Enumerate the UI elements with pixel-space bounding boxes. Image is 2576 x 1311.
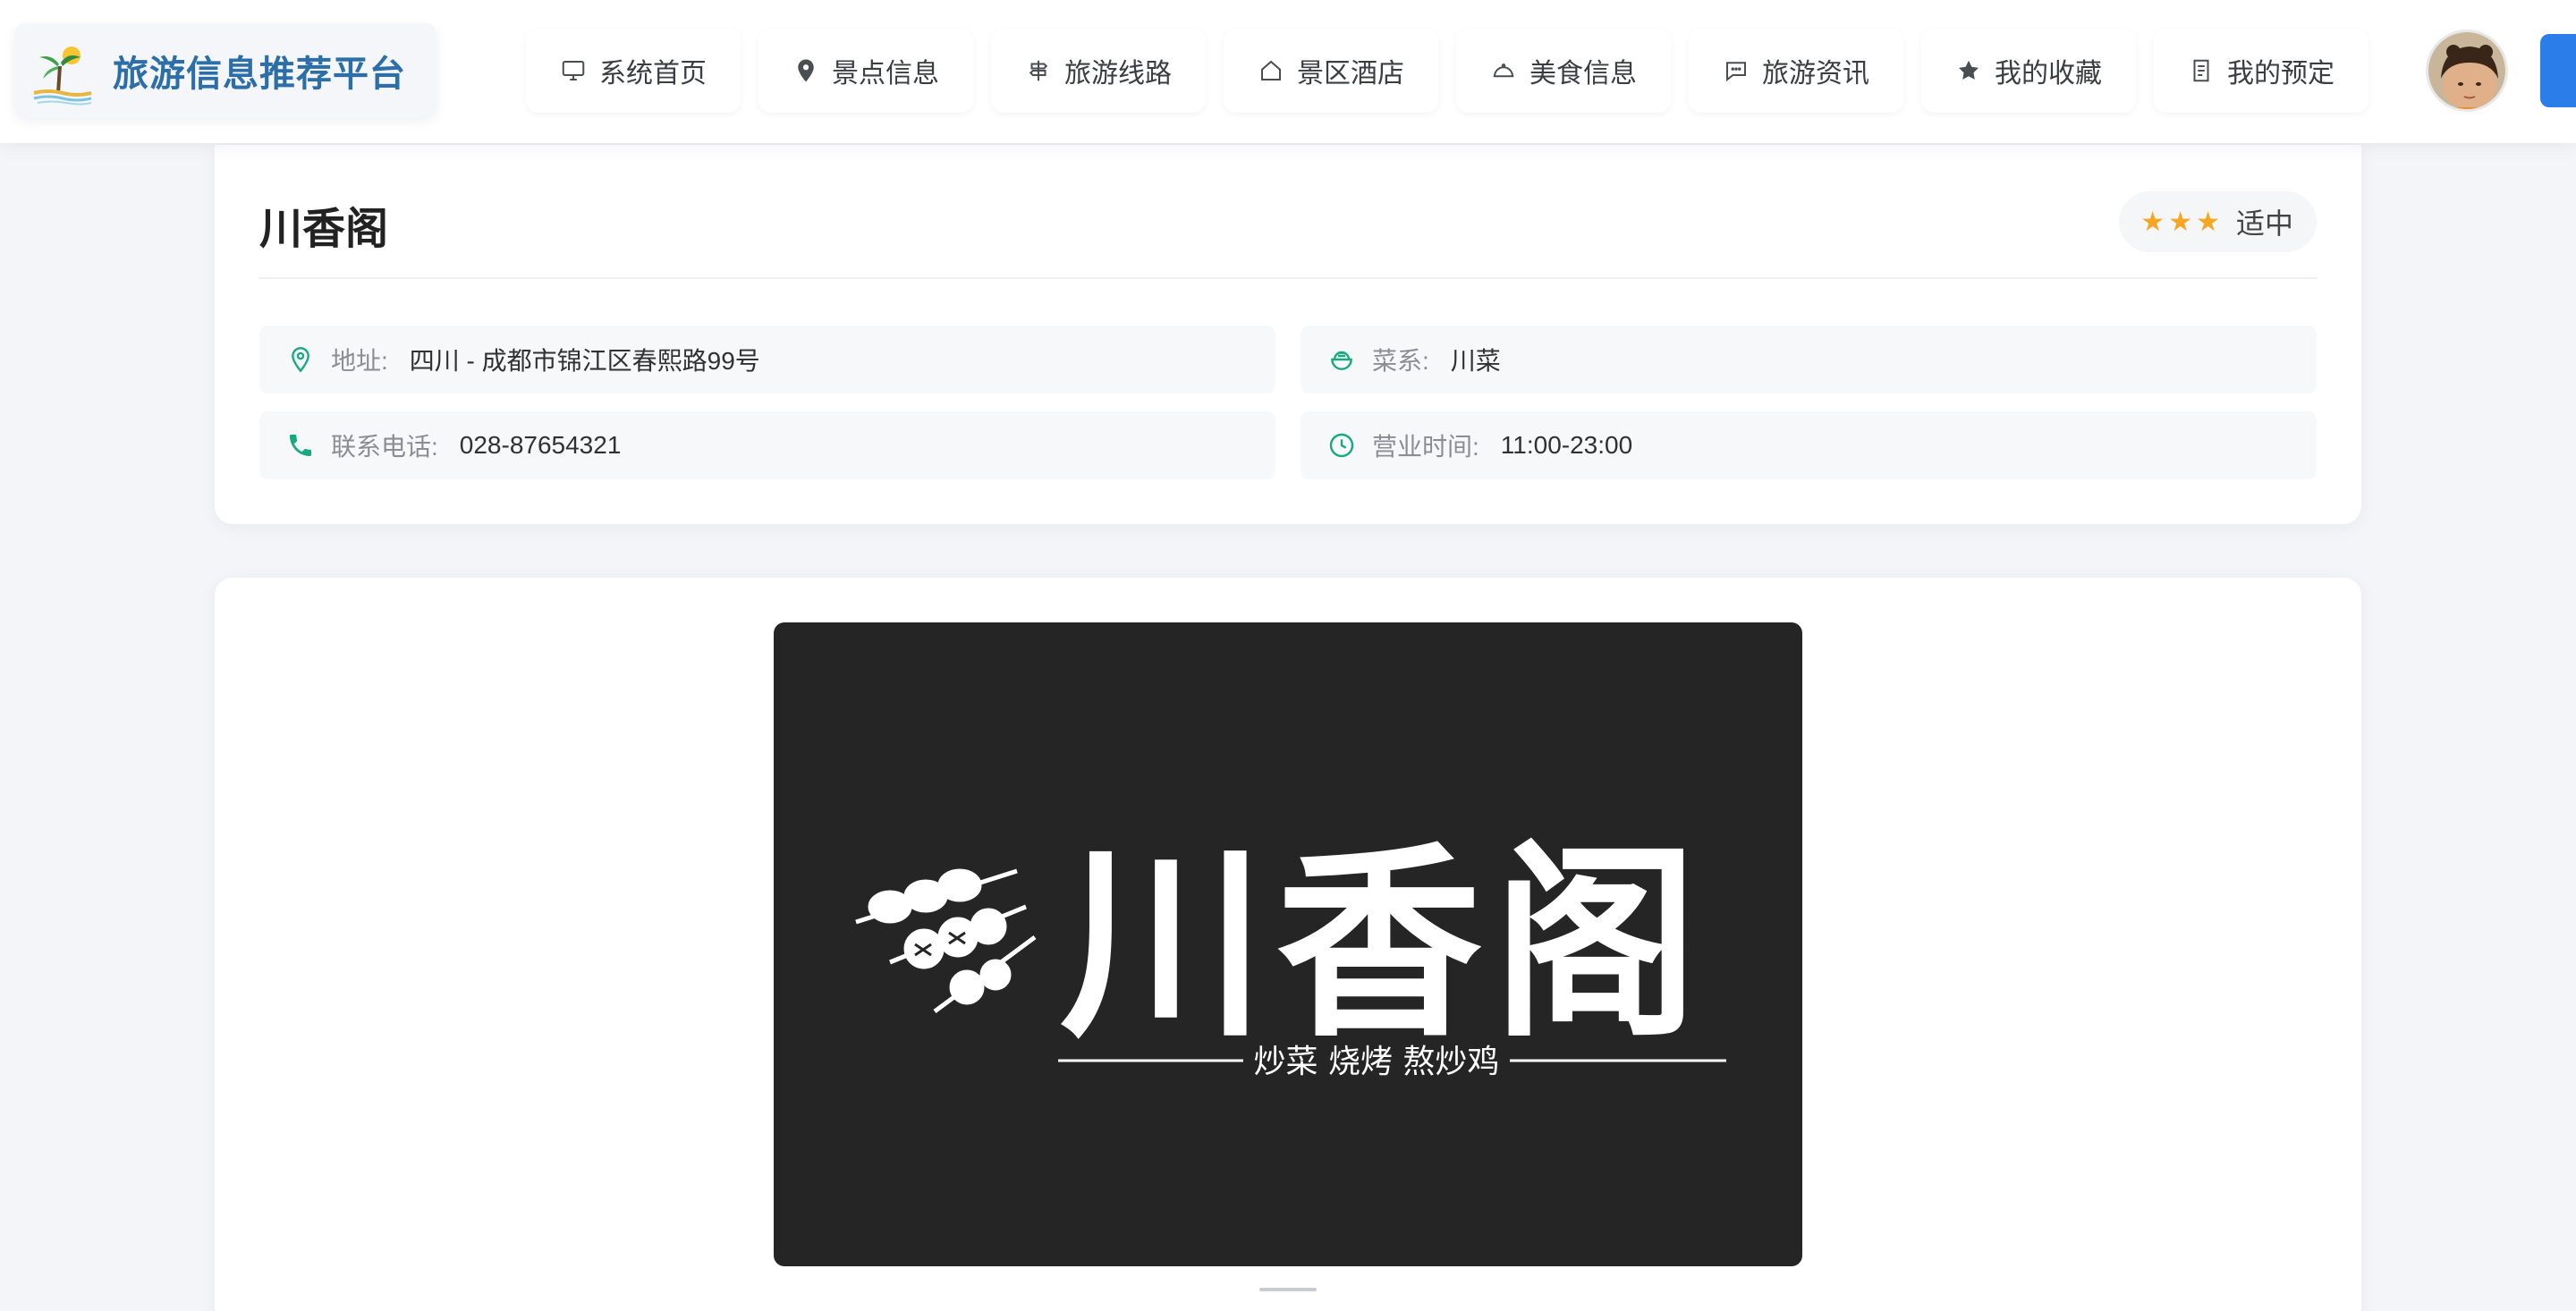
price-level-badge: ★★★ 适中	[2119, 191, 2317, 252]
hours-label: 营业时间:	[1372, 433, 1479, 461]
nav-hotels-label: 景区酒店	[1297, 59, 1404, 89]
user-avatar[interactable]	[2426, 30, 2508, 112]
title-divider	[259, 277, 2317, 279]
banner-tagline: 炒菜 烧烤 熬炒鸡	[1254, 1044, 1500, 1080]
cuisine-field: 菜系: 川菜	[1301, 326, 2317, 393]
banner-logo-text: 川香阁	[1060, 826, 1709, 1065]
nav-home[interactable]: 系统首页	[526, 29, 741, 113]
restaurant-info-card: 川香阁 ★★★ 适中 地址: 四川 - 成都市锦江区春熙路99号 菜系: 川菜 …	[215, 145, 2361, 524]
hours-value: 11:00-23:00	[1500, 431, 1633, 459]
cuisine-value: 川菜	[1450, 347, 1501, 375]
top-header: 旅游信息推荐平台 系统首页 景点信息 旅游线路 景区酒店 美食信息 旅游资讯 我…	[0, 0, 2576, 143]
nav-favorites-label: 我的收藏	[1995, 59, 2102, 89]
location-pin-icon	[798, 59, 814, 82]
address-value: 四川 - 成都市锦江区春熙路99号	[409, 347, 760, 375]
nav-news-label: 旅游资讯	[1762, 59, 1869, 89]
nav-routes[interactable]: 旅游线路	[991, 29, 1206, 113]
nav-news[interactable]: 旅游资讯	[1689, 29, 1903, 113]
food-bowl-icon	[1331, 351, 1352, 370]
palm-tree-logo-icon	[33, 47, 92, 106]
nav-routes-label: 旅游线路	[1064, 59, 1172, 89]
restaurant-logo-graphic: 川香阁 炒菜 烧烤 熬炒鸡	[855, 826, 1726, 1080]
address-label: 地址:	[331, 347, 388, 375]
restaurant-name: 川香阁	[259, 206, 389, 253]
address-field: 地址: 四川 - 成都市锦江区春熙路99号	[259, 326, 1275, 393]
restaurant-banner-image[interactable]: 川香阁 炒菜 烧烤 熬炒鸡	[774, 622, 1802, 1266]
header-action-button[interactable]	[2540, 34, 2576, 107]
hours-field: 营业时间: 11:00-23:00	[1301, 411, 2317, 479]
price-stars: ★★★	[2140, 207, 2224, 237]
child-portrait-icon	[2428, 32, 2505, 109]
nav-food-label: 美食信息	[1530, 59, 1637, 89]
site-title: 旅游信息推荐平台	[113, 55, 406, 94]
signpost-icon	[1029, 60, 1048, 81]
star-icon	[1959, 60, 1979, 80]
nav-reservations[interactable]: 我的预定	[2154, 29, 2368, 113]
house-icon	[1261, 60, 1281, 80]
chat-bubble-icon	[1726, 62, 1746, 82]
phone-icon	[290, 435, 311, 456]
nav-food[interactable]: 美食信息	[1456, 29, 1671, 113]
monitor-icon	[562, 61, 585, 80]
nav-hotels[interactable]: 景区酒店	[1224, 29, 1438, 113]
clock-icon	[1329, 433, 1354, 458]
nav-home-label: 系统首页	[599, 59, 707, 89]
nav-attractions-label: 景点信息	[832, 59, 939, 89]
site-logo[interactable]: 旅游信息推荐平台	[14, 23, 436, 118]
skewer-icon	[855, 868, 1037, 1014]
document-icon	[2193, 59, 2209, 82]
cuisine-label: 菜系:	[1372, 347, 1429, 375]
nav-favorites[interactable]: 我的收藏	[1921, 29, 2136, 113]
restaurant-image-card: 川香阁 炒菜 烧烤 熬炒鸡	[215, 578, 2361, 1311]
phone-field: 联系电话: 028-87654321	[259, 411, 1275, 479]
phone-label: 联系电话:	[331, 433, 438, 461]
food-cloche-icon	[1493, 63, 1514, 78]
phone-value: 028-87654321	[459, 431, 622, 459]
nav-reservations-label: 我的预定	[2227, 59, 2334, 89]
location-pin-icon	[292, 347, 309, 373]
nav-attractions[interactable]: 景点信息	[758, 29, 973, 113]
carousel-indicator[interactable]	[1259, 1288, 1317, 1291]
price-level-label: 适中	[2235, 207, 2293, 240]
